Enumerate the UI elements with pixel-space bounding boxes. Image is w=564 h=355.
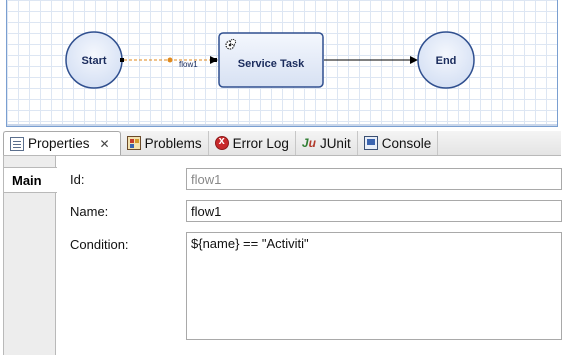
properties-side-tabs: Main: [4, 156, 57, 355]
flow-midpoint-handle[interactable]: [167, 57, 173, 63]
selection-handle[interactable]: [213, 58, 217, 62]
end-event-label: End: [436, 55, 457, 67]
tab-junit[interactable]: Ju JUnit: [296, 131, 358, 155]
flow-label: flow1: [179, 60, 198, 69]
tab-label: Properties: [28, 136, 90, 151]
tab-label: JUnit: [319, 135, 351, 151]
condition-field[interactable]: ${name} == "Activiti": [186, 232, 562, 340]
problems-icon: [126, 136, 141, 150]
id-field[interactable]: flow1: [186, 168, 562, 190]
condition-label: Condition:: [70, 237, 129, 252]
service-task-label: Service Task: [238, 58, 305, 70]
tab-label: Error Log: [232, 135, 289, 151]
tab-properties[interactable]: Properties ✕: [3, 131, 121, 155]
name-label: Name:: [70, 204, 109, 219]
tab-label: Console: [381, 135, 432, 151]
tab-problems[interactable]: Problems: [121, 131, 209, 155]
properties-icon: [10, 136, 24, 151]
start-event[interactable]: Start: [65, 31, 123, 89]
close-icon[interactable]: ✕: [100, 137, 110, 151]
selection-handle[interactable]: [120, 58, 124, 62]
side-tab-main[interactable]: Main: [4, 167, 57, 193]
junit-icon: Ju: [301, 136, 316, 150]
diagram-svg[interactable]: Start flow1 Service Task End: [7, 0, 558, 127]
service-task[interactable]: Service Task: [218, 32, 324, 88]
horizontal-scrollbar[interactable]: [7, 124, 557, 126]
console-icon: [363, 136, 378, 150]
sequence-flow-end[interactable]: [324, 56, 418, 64]
start-event-label: Start: [81, 55, 106, 67]
tab-error-log[interactable]: Error Log: [209, 131, 296, 155]
tab-label: Problems: [144, 135, 202, 151]
diagram-canvas[interactable]: Start flow1 Service Task End: [6, 0, 558, 127]
properties-panel: Main Id: flow1 Name: flow1 Condition: ${…: [3, 156, 562, 355]
name-field[interactable]: flow1: [186, 200, 562, 222]
end-event[interactable]: End: [417, 31, 475, 89]
sequence-flow-flow1[interactable]: flow1: [124, 56, 218, 69]
view-tab-bar: Properties ✕ Problems Error Log Ju JUnit…: [3, 131, 561, 156]
tab-console[interactable]: Console: [358, 131, 439, 155]
id-label: Id:: [70, 172, 85, 187]
error-log-icon: [214, 135, 229, 150]
